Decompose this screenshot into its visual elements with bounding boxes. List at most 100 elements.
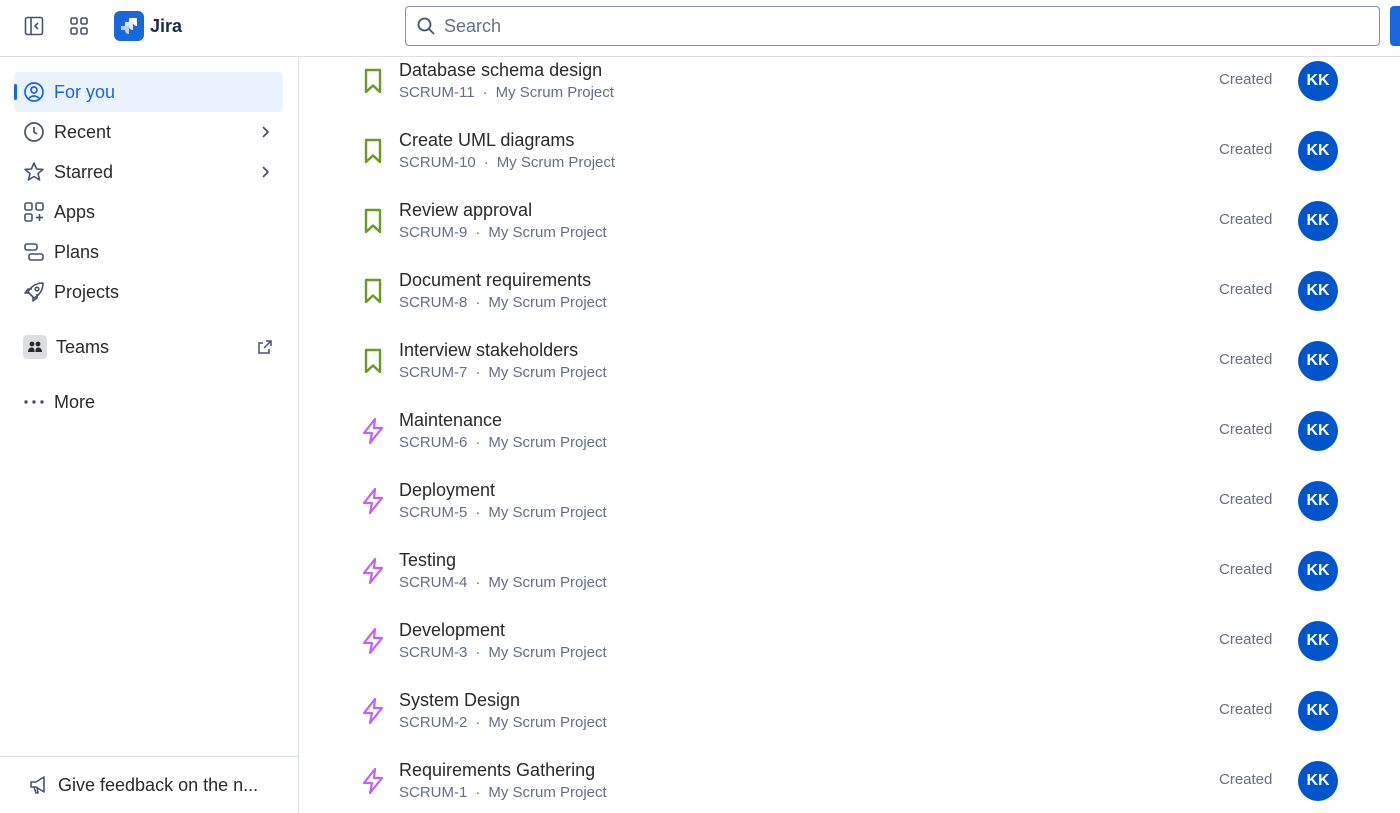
item-key: SCRUM-8 xyxy=(399,294,468,311)
megaphone-icon xyxy=(30,776,45,794)
item-meta: SCRUM-8 · My Scrum Project xyxy=(399,294,607,311)
list-item[interactable]: Development SCRUM-3 · My Scrum Project Cre… xyxy=(299,617,1400,687)
sidebar-item-label: For you xyxy=(54,81,116,102)
avatar[interactable]: KK xyxy=(1298,61,1338,101)
sidebar-item-for-you[interactable]: For you xyxy=(14,72,283,112)
sidebar-item-projects[interactable]: Projects xyxy=(14,272,283,312)
item-title[interactable]: Review approval xyxy=(399,200,532,221)
avatar[interactable]: KK xyxy=(1298,761,1338,801)
avatar[interactable]: KK xyxy=(1298,411,1338,451)
search-input[interactable]: Search xyxy=(405,6,1380,46)
item-status: Created xyxy=(1219,71,1273,88)
item-meta: SCRUM-6 · My Scrum Project xyxy=(399,434,607,451)
epic-lightning-icon xyxy=(362,697,384,725)
avatar[interactable]: KK xyxy=(1298,551,1338,591)
sidebar-item-label: Apps xyxy=(54,201,96,222)
story-bookmark-icon xyxy=(364,278,382,304)
sidebar-collapse-icon[interactable] xyxy=(18,10,50,42)
jira-logo[interactable]: Jira xyxy=(114,11,182,41)
avatar[interactable]: KK xyxy=(1298,691,1338,731)
item-status: Created xyxy=(1219,491,1273,508)
give-feedback-button[interactable]: Give feedback on the n... xyxy=(0,756,298,813)
list-item[interactable]: Create UML diagrams SCRUM-10 · My Scrum Pr… xyxy=(299,127,1400,197)
app-switcher-icon[interactable] xyxy=(63,10,95,42)
item-status: Created xyxy=(1219,631,1273,648)
item-title[interactable]: Document requirements xyxy=(399,270,591,291)
star-icon xyxy=(23,161,45,183)
plans-icon xyxy=(23,241,45,263)
item-title[interactable]: Maintenance xyxy=(399,410,502,431)
story-bookmark-icon xyxy=(364,138,382,164)
item-title[interactable]: Database schema design xyxy=(399,60,602,81)
epic-lightning-icon xyxy=(362,627,384,655)
list-item[interactable]: Interview stakeholders SCRUM-7 · My Scrum … xyxy=(299,337,1400,407)
item-key: SCRUM-10 xyxy=(399,154,476,171)
app-name: Jira xyxy=(150,15,183,36)
sidebar-item-more[interactable]: More xyxy=(14,382,283,422)
list-item[interactable]: Testing SCRUM-4 · My Scrum Project Created… xyxy=(299,547,1400,617)
sidebar-item-apps[interactable]: Apps xyxy=(14,192,283,232)
item-status: Created xyxy=(1219,561,1273,578)
epic-lightning-icon xyxy=(362,557,384,585)
work-items-list: Database schema design SCRUM-11 · My Scrum… xyxy=(299,57,1400,813)
epic-lightning-icon xyxy=(362,487,384,515)
item-status: Created xyxy=(1219,351,1273,368)
apps-icon xyxy=(23,201,45,223)
sidebar-item-label: Plans xyxy=(54,241,100,262)
item-title[interactable]: Create UML diagrams xyxy=(399,130,574,151)
item-project: My Scrum Project xyxy=(496,154,616,171)
item-title[interactable]: Deployment xyxy=(399,480,495,501)
item-project: My Scrum Project xyxy=(488,224,607,241)
item-title[interactable]: Development xyxy=(399,620,505,641)
sidebar-item-plans[interactable]: Plans xyxy=(14,232,283,272)
sidebar-item-teams[interactable]: Teams xyxy=(14,327,283,367)
epic-lightning-icon xyxy=(362,417,384,445)
item-status: Created xyxy=(1219,421,1273,438)
sidebar: For you Recent Starred Apps Plans Projec… xyxy=(0,57,299,813)
sidebar-item-label: Projects xyxy=(54,281,120,302)
item-key: SCRUM-4 xyxy=(399,574,468,591)
avatar[interactable]: KK xyxy=(1298,621,1338,661)
sidebar-item-starred[interactable]: Starred xyxy=(14,152,283,192)
story-bookmark-icon xyxy=(364,68,382,94)
list-item[interactable]: Database schema design SCRUM-11 · My Scrum… xyxy=(299,57,1400,127)
avatar[interactable]: KK xyxy=(1298,201,1338,241)
avatar[interactable]: KK xyxy=(1298,481,1338,521)
item-status: Created xyxy=(1219,701,1273,718)
item-title[interactable]: Testing xyxy=(399,550,456,571)
list-item[interactable]: Review approval SCRUM-9 · My Scrum Project… xyxy=(299,197,1400,267)
sidebar-item-label: Recent xyxy=(54,121,112,142)
chevron-right-icon[interactable] xyxy=(257,124,273,140)
item-meta: SCRUM-4 · My Scrum Project xyxy=(399,574,607,591)
item-title[interactable]: Interview stakeholders xyxy=(399,340,578,361)
item-key: SCRUM-7 xyxy=(399,364,468,381)
item-key: SCRUM-5 xyxy=(399,504,468,521)
list-item[interactable]: Requirements Gathering SCRUM-1 · My Scrum … xyxy=(299,757,1400,813)
item-title[interactable]: System Design xyxy=(399,690,520,711)
item-key: SCRUM-9 xyxy=(399,224,468,241)
list-item[interactable]: Maintenance SCRUM-6 · My Scrum Project Cre… xyxy=(299,407,1400,477)
item-project: My Scrum Project xyxy=(488,294,607,311)
item-title[interactable]: Requirements Gathering xyxy=(399,760,595,781)
item-project: My Scrum Project xyxy=(488,644,607,661)
chevron-right-icon[interactable] xyxy=(257,164,273,180)
more-icon xyxy=(23,391,45,413)
create-button[interactable] xyxy=(1390,6,1400,46)
item-meta: SCRUM-2 · My Scrum Project xyxy=(399,714,607,731)
avatar[interactable]: KK xyxy=(1298,341,1338,381)
item-key: SCRUM-1 xyxy=(399,784,468,801)
item-project: My Scrum Project xyxy=(488,364,607,381)
item-project: My Scrum Project xyxy=(488,574,607,591)
list-item[interactable]: System Design SCRUM-2 · My Scrum Project C… xyxy=(299,687,1400,757)
item-meta: SCRUM-11 · My Scrum Project xyxy=(399,84,614,101)
list-item[interactable]: Deployment SCRUM-5 · My Scrum Project Crea… xyxy=(299,477,1400,547)
avatar[interactable]: KK xyxy=(1298,271,1338,311)
top-navigation-bar: Jira Search xyxy=(0,0,1400,57)
external-link-icon[interactable] xyxy=(257,339,273,355)
item-meta: SCRUM-7 · My Scrum Project xyxy=(399,364,607,381)
story-bookmark-icon xyxy=(364,348,382,374)
sidebar-item-recent[interactable]: Recent xyxy=(14,112,283,152)
item-key: SCRUM-2 xyxy=(399,714,468,731)
avatar[interactable]: KK xyxy=(1298,131,1338,171)
list-item[interactable]: Document requirements SCRUM-8 · My Scrum P… xyxy=(299,267,1400,337)
